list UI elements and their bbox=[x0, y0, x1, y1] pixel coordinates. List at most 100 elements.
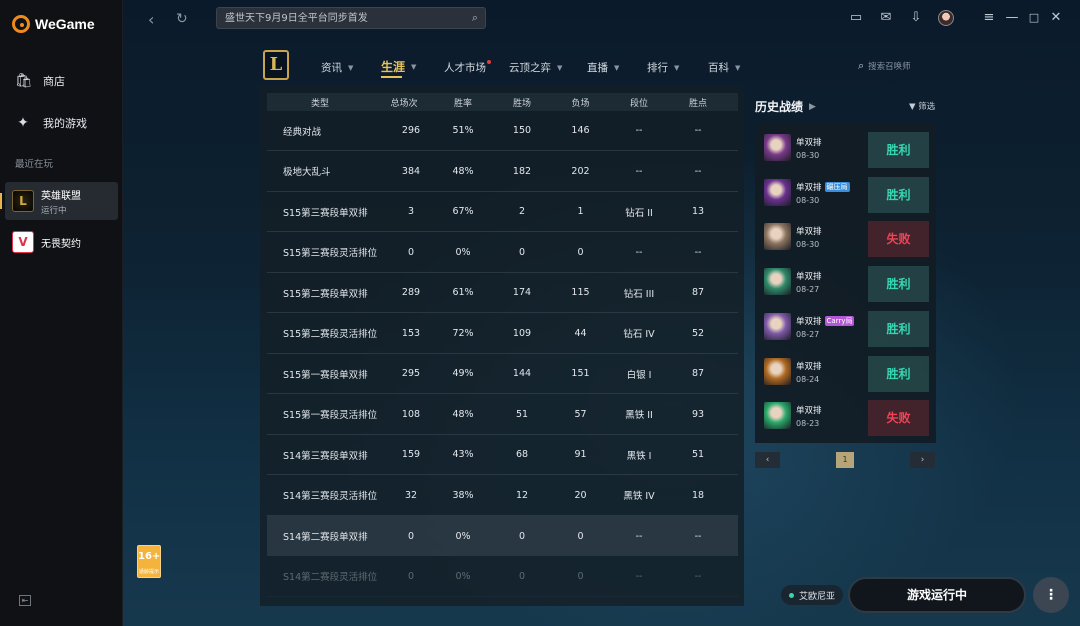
champion-avatar bbox=[764, 268, 791, 296]
table-cell: -- bbox=[635, 530, 643, 542]
table-cell: 93 bbox=[691, 408, 705, 420]
sidebar-game-lol[interactable]: L 英雄联盟 运行中 bbox=[0, 182, 118, 220]
match-item[interactable]: 单双排 08-30 失败 bbox=[755, 218, 936, 260]
table-cell: 61% bbox=[452, 287, 474, 298]
tab-talent-market[interactable]: 人才市场 bbox=[444, 60, 491, 75]
user-avatar[interactable] bbox=[938, 10, 954, 26]
table-row: S14第二赛段单双排 0 0% 0 0 -- -- bbox=[267, 516, 738, 556]
tab-ranking[interactable]: 排行 ▼ bbox=[647, 60, 679, 75]
table-cell: 150 bbox=[512, 125, 532, 136]
prev-page-button[interactable]: ‹ bbox=[755, 452, 780, 468]
tab-career[interactable]: 生涯 ▼ bbox=[381, 58, 416, 78]
table-cell: 经典对战 bbox=[283, 126, 322, 138]
table-cell: -- bbox=[694, 165, 702, 177]
table-cell: 51% bbox=[452, 125, 474, 136]
table-cell: 0 bbox=[577, 570, 584, 582]
message-icon[interactable]: ✉ bbox=[878, 10, 894, 26]
table-cell: 72% bbox=[452, 327, 474, 339]
game-name: 英雄联盟 bbox=[41, 190, 81, 202]
chevron-down-icon: ▼ bbox=[557, 63, 563, 72]
table-cell: S15第二赛段单双排 bbox=[283, 288, 368, 300]
table-cell: 黑铁 IV bbox=[623, 491, 655, 502]
table-cell: 0 bbox=[577, 246, 584, 258]
champion-avatar bbox=[764, 402, 791, 430]
match-tag-badge: 碾压局 bbox=[824, 181, 850, 192]
chevron-down-icon: ▼ bbox=[735, 63, 741, 72]
sidebar-item-my-games[interactable]: ✦ 我的游戏 bbox=[15, 115, 87, 131]
online-status-dot bbox=[789, 592, 794, 598]
table-cell: S14第三赛段灵活排位 bbox=[283, 491, 378, 502]
refresh-icon[interactable]: ↻ bbox=[176, 11, 188, 27]
table-cell: 0 bbox=[518, 530, 526, 542]
table-cell: -- bbox=[635, 570, 643, 582]
collapse-sidebar-icon[interactable]: ⇤ bbox=[19, 595, 31, 606]
page-number[interactable]: 1 bbox=[836, 452, 854, 468]
match-item[interactable]: 单双排 碾压局 08-30 胜利 bbox=[755, 174, 936, 216]
back-icon[interactable]: ‹ bbox=[148, 10, 154, 29]
champion-avatar bbox=[764, 134, 791, 161]
maximize-icon[interactable]: □ bbox=[1026, 10, 1042, 26]
search-icon: ⌕ bbox=[858, 59, 865, 72]
table-cell: 48% bbox=[452, 165, 474, 177]
match-item[interactable]: 单双排 08-24 胜利 bbox=[755, 353, 936, 395]
table-cell: 202 bbox=[571, 165, 590, 177]
filter-button[interactable]: ▼ 筛选 bbox=[909, 100, 935, 112]
match-item[interactable]: 单双排 08-27 胜利 bbox=[755, 263, 936, 305]
table-cell: 48% bbox=[452, 408, 474, 420]
wegame-logo[interactable]: WeGame bbox=[12, 15, 95, 33]
history-title[interactable]: 历史战绩 ▶ bbox=[755, 98, 816, 115]
table-cell: 115 bbox=[571, 287, 590, 298]
main-content: ‹ ↻ ⌕ ▭ ✉ ⇩ ≡ — □ ✕ L 资讯▼ 生涯▼ 人才市场 云顶之弈▼… bbox=[123, 0, 1080, 626]
match-mode: 单双排 bbox=[796, 406, 822, 417]
table-row: 极地大乱斗 384 48% 182 202 -- -- bbox=[267, 152, 738, 192]
table-cell: -- bbox=[635, 246, 643, 258]
search-icon[interactable]: ⌕ bbox=[472, 11, 478, 25]
close-icon[interactable]: ✕ bbox=[1048, 10, 1064, 26]
lol-logo[interactable]: L bbox=[263, 50, 289, 80]
match-result: 胜利 bbox=[868, 132, 929, 168]
global-search-input[interactable] bbox=[217, 8, 457, 28]
table-row: S14第三赛段单双排 159 43% 68 91 黑铁 I 51 bbox=[267, 435, 738, 475]
table-cell: 153 bbox=[401, 327, 421, 339]
table-cell: 67% bbox=[452, 206, 474, 217]
server-region-badge[interactable]: 艾欧尼亚 bbox=[781, 585, 844, 605]
next-page-button[interactable]: › bbox=[910, 452, 935, 468]
sidebar-game-valorant[interactable]: V 无畏契约 bbox=[5, 223, 118, 261]
tab-news[interactable]: 资讯 ▼ bbox=[321, 60, 353, 75]
tab-live[interactable]: 直播 ▼ bbox=[587, 60, 619, 75]
table-cell: 20 bbox=[574, 489, 587, 501]
app-name: WeGame bbox=[35, 16, 95, 32]
recent-section-label: 最近在玩 bbox=[15, 159, 54, 170]
table-cell: 1 bbox=[577, 206, 584, 217]
table-cell: 2 bbox=[518, 206, 526, 217]
match-mode: 单双排 Carry局 bbox=[796, 315, 855, 327]
folder-icon[interactable]: ▭ bbox=[848, 10, 864, 26]
tab-wiki[interactable]: 百科 ▼ bbox=[708, 60, 740, 75]
table-cell: 44 bbox=[574, 327, 587, 339]
table-cell: 黑铁 II bbox=[625, 410, 653, 421]
match-item[interactable]: 单双排 08-30 胜利 bbox=[755, 129, 936, 171]
table-cell: -- bbox=[635, 125, 643, 136]
table-cell: 52 bbox=[691, 327, 705, 339]
minimize-icon[interactable]: — bbox=[1004, 10, 1020, 26]
download-icon[interactable]: ⇩ bbox=[908, 10, 924, 26]
match-item[interactable]: 单双排 Carry局 08-27 胜利 bbox=[755, 308, 936, 350]
table-cell: 146 bbox=[571, 125, 590, 136]
sidebar-item-store[interactable]: 🛍 商店 bbox=[15, 73, 65, 89]
table-cell: 0% bbox=[455, 530, 471, 542]
table-cell: 18 bbox=[691, 489, 705, 501]
table-cell: 57 bbox=[574, 408, 587, 420]
game-running-button[interactable]: 游戏运行中 bbox=[848, 577, 1026, 613]
tab-tft[interactable]: 云顶之弈 ▼ bbox=[509, 60, 562, 75]
game-status: 运行中 bbox=[41, 205, 67, 216]
lol-icon: L bbox=[12, 190, 34, 212]
summoner-search[interactable]: ⌕ 搜索召唤师 bbox=[858, 58, 948, 74]
more-options-icon[interactable]: ⋮ bbox=[1033, 577, 1069, 613]
filter-icon: ▼ bbox=[909, 102, 916, 112]
global-search[interactable]: ⌕ bbox=[216, 7, 486, 29]
match-history-list: 单双排 08-30 胜利 单双排 碾压局 08-30 胜利 单双排 08-30 失败 单双排 08-2… bbox=[755, 124, 936, 443]
table-row: S14第二赛段灵活排位 0 0% 0 0 -- -- bbox=[267, 557, 738, 597]
menu-icon[interactable]: ≡ bbox=[981, 10, 997, 26]
table-cell: 51 bbox=[691, 449, 705, 460]
match-item[interactable]: 单双排 08-23 失败 bbox=[755, 397, 936, 439]
